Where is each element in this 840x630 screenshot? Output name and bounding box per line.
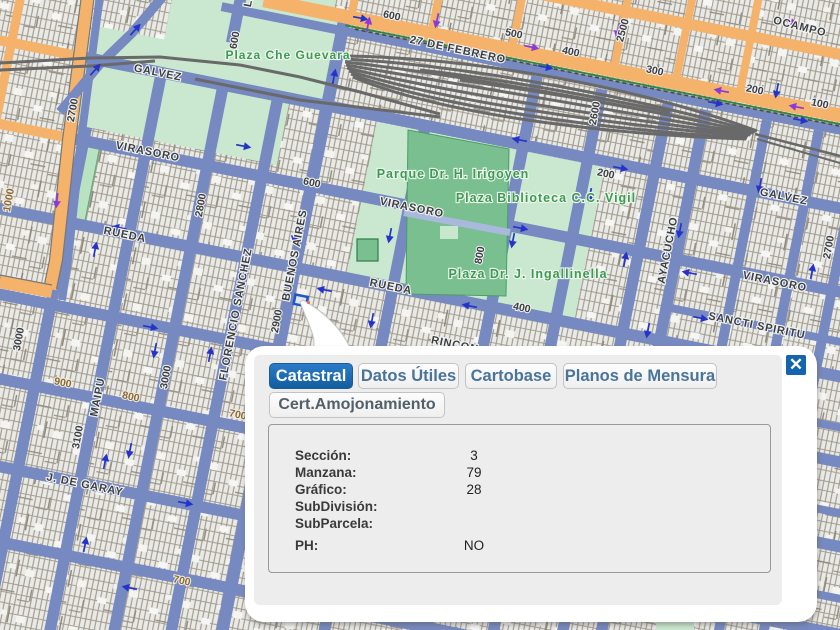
svg-text:Plaza Biblioteca C.C. Vigil: Plaza Biblioteca C.C. Vigil bbox=[456, 191, 636, 205]
svg-text:Plaza Dr. J. Ingallinella: Plaza Dr. J. Ingallinella bbox=[448, 267, 607, 281]
svg-text:Plaza Che Guevara: Plaza Che Guevara bbox=[225, 48, 350, 62]
svg-text:Parque Dr. H. Irigoyen: Parque Dr. H. Irigoyen bbox=[377, 167, 530, 181]
